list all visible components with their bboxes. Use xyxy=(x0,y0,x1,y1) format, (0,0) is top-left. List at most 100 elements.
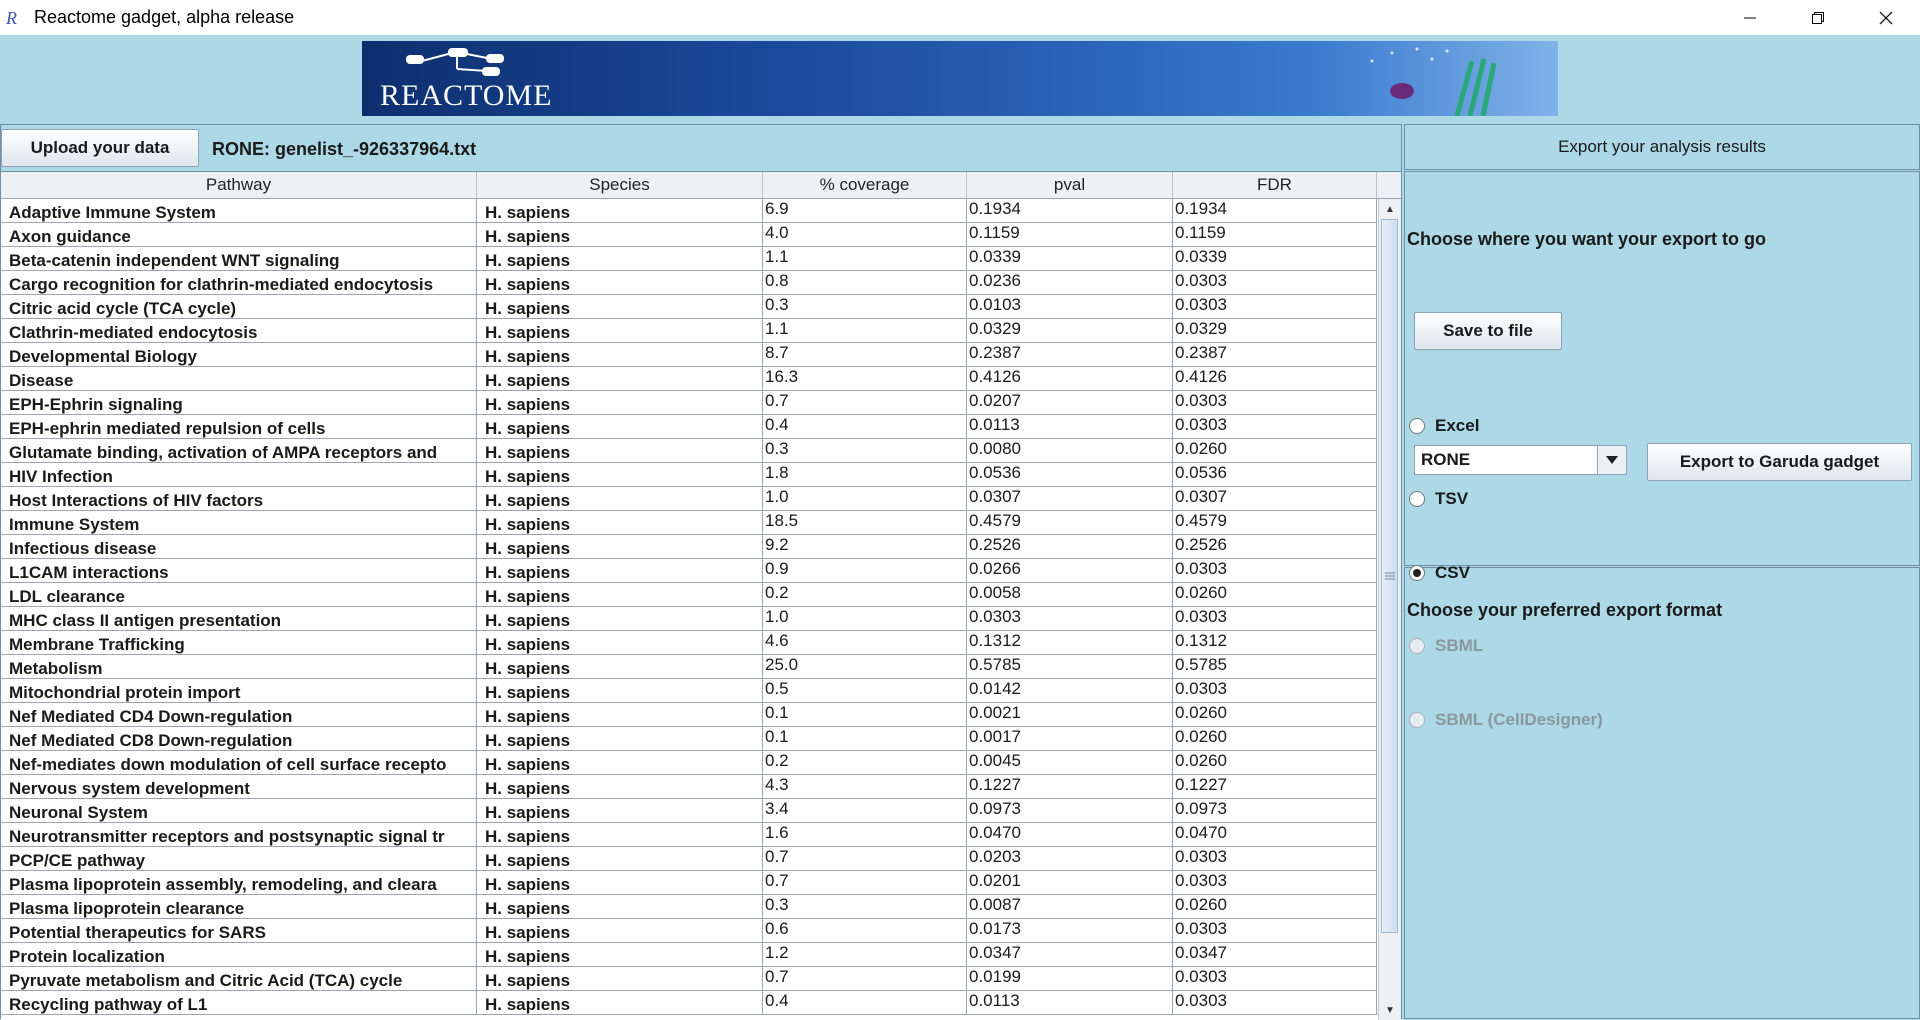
table-row[interactable]: Membrane Trafficking H. sapiens 4.6 0.1312 0… xyxy=(1,631,1377,655)
title-bar: R Reactome gadget, alpha release xyxy=(0,0,1920,35)
header-coverage[interactable]: % coverage xyxy=(763,172,967,198)
scroll-up-icon[interactable]: ▲ xyxy=(1379,199,1401,219)
cell-coverage: 4.6 xyxy=(763,631,967,655)
table-row[interactable]: Mitochondrial protein import H. sapiens 0.… xyxy=(1,679,1377,703)
table-row[interactable]: Neuronal System H. sapiens 3.4 0.0973 0.0973 xyxy=(1,799,1377,823)
table-row[interactable]: Potential therapeutics for SARS H. sapien… xyxy=(1,919,1377,943)
table-row[interactable]: Disease H. sapiens 16.3 0.4126 0.4126 xyxy=(1,367,1377,391)
table-row[interactable]: Nervous system development H. sapiens 4.3 0… xyxy=(1,775,1377,799)
table-row[interactable]: Developmental Biology H. sapiens 8.7 0.2387… xyxy=(1,343,1377,367)
table-scrollbar[interactable]: ▲ ▼ xyxy=(1378,199,1401,1020)
chevron-down-icon[interactable] xyxy=(1597,446,1626,474)
cell-pathway: EPH-ephrin mediated repulsion of cells xyxy=(1,415,477,439)
upload-data-button[interactable]: Upload your data xyxy=(1,129,199,167)
restore-icon[interactable] xyxy=(1784,0,1852,35)
cell-pval: 0.0973 xyxy=(967,799,1173,823)
table-row[interactable]: Plasma lipoprotein assembly, remodeling,… xyxy=(1,871,1377,895)
cell-species: H. sapiens xyxy=(477,223,763,247)
scroll-down-icon[interactable]: ▼ xyxy=(1379,1000,1401,1020)
results-panel: Upload your data RONE: genelist_-9263379… xyxy=(0,124,1402,1020)
table-row[interactable]: Nef-mediates down modulation of cell sur… xyxy=(1,751,1377,775)
header-corner xyxy=(1377,172,1401,198)
table-row[interactable]: Cargo recognition for clathrin-mediated … xyxy=(1,271,1377,295)
cell-fdr: 0.1312 xyxy=(1173,631,1377,655)
format-label: SBML (CellDesigner) xyxy=(1435,710,1603,729)
cell-pathway: Host Interactions of HIV factors xyxy=(1,487,477,511)
cell-pval: 0.0307 xyxy=(967,487,1173,511)
cell-pval: 0.0201 xyxy=(967,871,1173,895)
cell-pathway: HIV Infection xyxy=(1,463,477,487)
table-row[interactable]: Nef Mediated CD4 Down-regulation H. sapie… xyxy=(1,703,1377,727)
cell-pval: 0.5785 xyxy=(967,655,1173,679)
minimize-icon[interactable] xyxy=(1716,0,1784,35)
cell-coverage: 0.4 xyxy=(763,415,967,439)
cell-fdr: 0.0303 xyxy=(1173,415,1377,439)
cell-coverage: 4.3 xyxy=(763,775,967,799)
format-option-tsv[interactable]: TSV xyxy=(1409,489,1468,509)
close-icon[interactable] xyxy=(1852,0,1920,35)
table-row[interactable]: MHC class II antigen presentation H. sapi… xyxy=(1,607,1377,631)
scrollbar-thumb[interactable] xyxy=(1381,219,1398,933)
cell-coverage: 18.5 xyxy=(763,511,967,535)
cell-fdr: 0.0260 xyxy=(1173,583,1377,607)
table-row[interactable]: Citric acid cycle (TCA cycle) H. sapiens 0… xyxy=(1,295,1377,319)
cell-pathway: Recycling pathway of L1 xyxy=(1,991,477,1015)
radio-button[interactable] xyxy=(1409,491,1425,507)
table-row[interactable]: LDL clearance H. sapiens 0.2 0.0058 0.0260 xyxy=(1,583,1377,607)
cell-pathway: Neuronal System xyxy=(1,799,477,823)
cell-species: H. sapiens xyxy=(477,751,763,775)
table-row[interactable]: Infectious disease H. sapiens 9.2 0.2526 0.2… xyxy=(1,535,1377,559)
table-row[interactable]: Pyruvate metabolism and Citric Acid (TCA… xyxy=(1,967,1377,991)
cell-pval: 0.0199 xyxy=(967,967,1173,991)
table-row[interactable]: Immune System H. sapiens 18.5 0.4579 0.4579 xyxy=(1,511,1377,535)
header-pval[interactable]: pval xyxy=(967,172,1173,198)
radio-button[interactable] xyxy=(1409,418,1425,434)
table-row[interactable]: Beta-catenin independent WNT signaling H.… xyxy=(1,247,1377,271)
format-option-excel[interactable]: Excel xyxy=(1409,416,1479,436)
radio-button[interactable] xyxy=(1409,565,1425,581)
cell-species: H. sapiens xyxy=(477,271,763,295)
export-garuda-button[interactable]: Export to Garuda gadget xyxy=(1647,443,1912,481)
cell-species: H. sapiens xyxy=(477,703,763,727)
table-row[interactable]: Plasma lipoprotein clearance H. sapiens 0.… xyxy=(1,895,1377,919)
cell-pval: 0.1312 xyxy=(967,631,1173,655)
table-row[interactable]: Axon guidance H. sapiens 4.0 0.1159 0.1159 xyxy=(1,223,1377,247)
cell-fdr: 0.0303 xyxy=(1173,871,1377,895)
cell-pathway: Mitochondrial protein import xyxy=(1,679,477,703)
dataset-select[interactable]: RONE xyxy=(1414,445,1627,475)
table-row[interactable]: Recycling pathway of L1 H. sapiens 0.4 0.01… xyxy=(1,991,1377,1015)
header-species[interactable]: Species xyxy=(477,172,763,198)
table-row[interactable]: Clathrin-mediated endocytosis H. sapiens 1… xyxy=(1,319,1377,343)
cell-pathway: Cargo recognition for clathrin-mediated … xyxy=(1,271,477,295)
cell-coverage: 0.9 xyxy=(763,559,967,583)
cell-coverage: 0.1 xyxy=(763,727,967,751)
table-row[interactable]: Metabolism H. sapiens 25.0 0.5785 0.5785 xyxy=(1,655,1377,679)
reactome-banner: REACTOME xyxy=(362,41,1558,116)
cell-species: H. sapiens xyxy=(477,679,763,703)
cell-species: H. sapiens xyxy=(477,583,763,607)
table-row[interactable]: L1CAM interactions H. sapiens 0.9 0.0266 0.0… xyxy=(1,559,1377,583)
format-label: TSV xyxy=(1435,489,1469,508)
table-row[interactable]: EPH-ephrin mediated repulsion of cells H.… xyxy=(1,415,1377,439)
table-row[interactable]: Glutamate binding, activation of AMPA re… xyxy=(1,439,1377,463)
cell-species: H. sapiens xyxy=(477,511,763,535)
table-row[interactable]: Adaptive Immune System H. sapiens 6.9 0.193… xyxy=(1,199,1377,223)
table-row[interactable]: PCP/CE pathway H. sapiens 0.7 0.0203 0.0303 xyxy=(1,847,1377,871)
cell-coverage: 0.6 xyxy=(763,919,967,943)
table-row[interactable]: Nef Mediated CD8 Down-regulation H. sapie… xyxy=(1,727,1377,751)
table-row[interactable]: Host Interactions of HIV factors H. sapie… xyxy=(1,487,1377,511)
cell-fdr: 0.0260 xyxy=(1173,751,1377,775)
format-title: Choose your preferred export format xyxy=(1407,600,1723,620)
header-pathway[interactable]: Pathway xyxy=(1,172,477,198)
format-option-sbml-celldesigner: SBML (CellDesigner) xyxy=(1409,710,1603,730)
table-row[interactable]: Protein localization H. sapiens 1.2 0.0347 0… xyxy=(1,943,1377,967)
cell-coverage: 0.1 xyxy=(763,703,967,727)
format-option-csv[interactable]: CSV xyxy=(1409,563,1470,583)
cell-pathway: Plasma lipoprotein assembly, remodeling,… xyxy=(1,871,477,895)
cell-coverage: 0.2 xyxy=(763,751,967,775)
table-row[interactable]: EPH-Ephrin signaling H. sapiens 0.7 0.0207 0… xyxy=(1,391,1377,415)
save-to-file-button[interactable]: Save to file xyxy=(1414,312,1562,350)
table-row[interactable]: HIV Infection H. sapiens 1.8 0.0536 0.0536 xyxy=(1,463,1377,487)
table-row[interactable]: Neurotransmitter receptors and postsynap… xyxy=(1,823,1377,847)
header-fdr[interactable]: FDR xyxy=(1173,172,1377,198)
